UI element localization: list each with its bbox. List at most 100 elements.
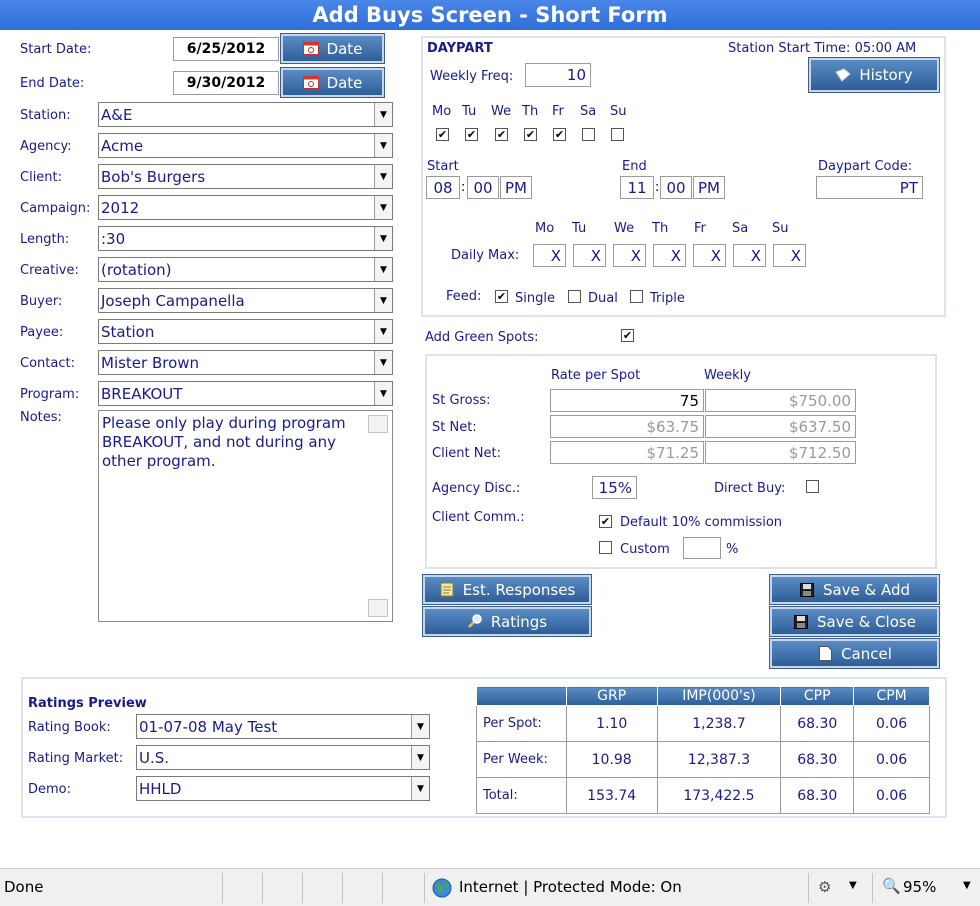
start-date-input[interactable]: 6/25/2012 (173, 37, 279, 61)
notes-text: Please only play during program BREAKOUT… (102, 414, 346, 470)
end-ampm-input[interactable]: PM (693, 176, 725, 199)
start-hour-input[interactable]: 08 (426, 176, 460, 199)
day-checkbox-tu[interactable]: ✔ (465, 128, 478, 141)
table-cell: 0.06 (853, 777, 930, 814)
chevron-down-icon[interactable]: ▼ (374, 351, 392, 374)
daily-max-input-fr[interactable]: X (693, 244, 726, 267)
daily-max-input-we[interactable]: X (613, 244, 646, 267)
contact-value: Mister Brown (101, 353, 200, 372)
ratings-button[interactable]: Ratings (422, 606, 592, 637)
client-comm-label: Client Comm.: (432, 510, 525, 525)
day-checkbox-su[interactable] (611, 128, 624, 141)
campaign-select[interactable]: 2012 ▼ (98, 195, 393, 220)
client-value: Bob's Burgers (101, 167, 206, 186)
custom-commission-input[interactable] (683, 537, 721, 559)
daypart-code-label: Daypart Code: (818, 159, 913, 174)
chevron-down-icon[interactable]: ▼ (374, 134, 392, 157)
chevron-down-icon[interactable]: ▼ (963, 880, 971, 891)
client-select[interactable]: Bob's Burgers ▼ (98, 164, 393, 189)
length-label: Length: (20, 232, 70, 247)
direct-buy-checkbox[interactable] (806, 480, 819, 493)
chevron-down-icon[interactable]: ▼ (374, 289, 392, 312)
save-add-button[interactable]: Save & Add (769, 574, 940, 605)
table-row-header: Total: (476, 777, 567, 814)
end-date-label: End Date: (20, 76, 85, 91)
program-value: BREAKOUT (101, 384, 183, 403)
end-date-button[interactable]: Date (280, 67, 385, 98)
daily-max-input-mo[interactable]: X (533, 244, 566, 267)
program-select[interactable]: BREAKOUT ▼ (98, 381, 393, 406)
day-checkbox-th[interactable]: ✔ (524, 128, 537, 141)
cancel-button[interactable]: Cancel (769, 638, 940, 669)
day-checkbox-sa[interactable] (582, 128, 595, 141)
feed-label: Feed: (446, 289, 482, 304)
feed-triple-checkbox[interactable] (630, 290, 643, 303)
rate-per-spot-header: Rate per Spot (551, 368, 641, 383)
protected-mode-icon[interactable]: ⚙ (818, 878, 831, 896)
day-checkbox-we[interactable]: ✔ (495, 128, 508, 141)
daily-max-day-fr: Fr (694, 221, 706, 236)
rating-market-select[interactable]: U.S. ▼ (136, 745, 430, 770)
start-minute-input[interactable]: 00 (467, 176, 499, 199)
default-commission-checkbox[interactable]: ✔ (599, 515, 612, 528)
agency-select[interactable]: Acme ▼ (98, 133, 393, 158)
st-net-rate: $63.75 (550, 415, 704, 438)
station-select[interactable]: A&E ▼ (98, 102, 393, 127)
start-date-button-label: Date (326, 39, 363, 58)
custom-commission-checkbox[interactable] (599, 541, 612, 554)
chevron-down-icon[interactable]: ▼ (374, 165, 392, 188)
payee-label: Payee: (20, 325, 64, 340)
chevron-down-icon[interactable]: ▼ (374, 258, 392, 281)
daily-max-input-sa[interactable]: X (733, 244, 766, 267)
feed-dual-checkbox[interactable] (568, 290, 581, 303)
chevron-down-icon[interactable]: ▼ (411, 746, 429, 769)
end-minute-input[interactable]: 00 (660, 176, 692, 199)
green-spots-checkbox[interactable]: ✔ (621, 329, 634, 342)
history-button[interactable]: History (808, 57, 940, 93)
daypart-code-input[interactable]: PT (816, 176, 923, 199)
table-row-header: Per Spot: (476, 705, 567, 742)
chevron-down-icon[interactable]: ▼ (374, 196, 392, 219)
station-value: A&E (101, 105, 133, 124)
length-select[interactable]: :30 ▼ (98, 226, 393, 251)
est-responses-button[interactable]: Est. Responses (422, 574, 592, 605)
end-date-input[interactable]: 9/30/2012 (173, 71, 279, 95)
buyer-label: Buyer: (20, 294, 63, 309)
notes-textarea[interactable]: Please only play during program BREAKOUT… (98, 410, 393, 622)
chevron-down-icon[interactable]: ▼ (411, 777, 429, 800)
scroll-up-button[interactable] (368, 415, 388, 433)
chevron-down-icon[interactable]: ▼ (849, 880, 857, 891)
scroll-down-button[interactable] (368, 599, 388, 617)
daily-max-input-tu[interactable]: X (573, 244, 606, 267)
payee-select[interactable]: Station ▼ (98, 319, 393, 344)
zoom-icon[interactable]: 🔍 (882, 877, 901, 895)
day-checkbox-fr[interactable]: ✔ (553, 128, 566, 141)
weekly-freq-input[interactable]: 10 (525, 63, 591, 87)
rating-market-label: Rating Market: (28, 751, 124, 766)
daily-max-input-th[interactable]: X (653, 244, 686, 267)
start-time-label: Start (427, 159, 459, 174)
save-close-button[interactable]: Save & Close (769, 606, 940, 637)
feed-single-checkbox[interactable]: ✔ (495, 290, 508, 303)
contact-select[interactable]: Mister Brown ▼ (98, 350, 393, 375)
zoom-level[interactable]: 95% (903, 878, 936, 896)
buyer-select[interactable]: Joseph Campanella ▼ (98, 288, 393, 313)
demo-label: Demo: (28, 782, 72, 797)
ratings-table: GRP IMP(000's) CPP CPM Per Spot: 1.10 1,… (476, 686, 930, 814)
chevron-down-icon[interactable]: ▼ (374, 320, 392, 343)
chevron-down-icon[interactable]: ▼ (374, 227, 392, 250)
start-date-button[interactable]: Date (280, 33, 385, 64)
daily-max-input-su[interactable]: X (773, 244, 806, 267)
creative-select[interactable]: (rotation) ▼ (98, 257, 393, 282)
end-hour-input[interactable]: 11 (620, 176, 654, 199)
chevron-down-icon[interactable]: ▼ (374, 103, 392, 126)
start-ampm-input[interactable]: PM (500, 176, 532, 199)
rating-book-select[interactable]: 01-07-08 May Test ▼ (136, 714, 430, 739)
chevron-down-icon[interactable]: ▼ (411, 715, 429, 738)
chevron-down-icon[interactable]: ▼ (374, 382, 392, 405)
demo-select[interactable]: HHLD ▼ (136, 776, 430, 801)
custom-commission-label: Custom (620, 542, 670, 557)
day-checkbox-mo[interactable]: ✔ (436, 128, 449, 141)
st-gross-rate-input[interactable]: 75 (550, 389, 704, 412)
agency-disc-input[interactable]: 15% (592, 476, 637, 499)
